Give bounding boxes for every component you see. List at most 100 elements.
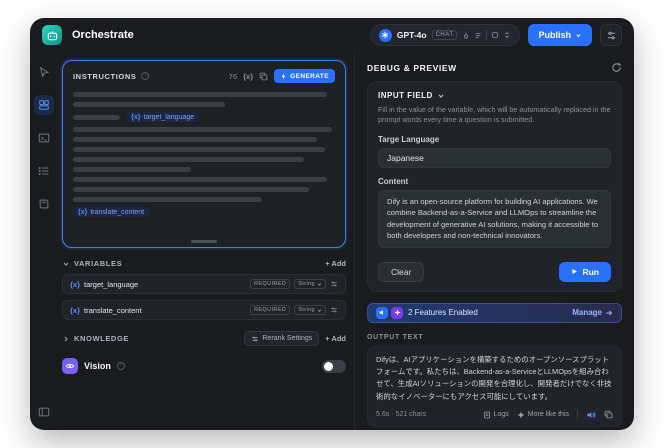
input-field-title: INPUT FIELD bbox=[378, 91, 433, 100]
sidebar-rail bbox=[30, 52, 58, 430]
publish-button[interactable]: Publish bbox=[528, 24, 592, 46]
rerank-label: Rerank Settings bbox=[262, 335, 313, 342]
variable-badge: {x} bbox=[131, 113, 141, 121]
features-label: 2 Features Enabled bbox=[408, 308, 478, 318]
skeleton-line bbox=[73, 137, 317, 142]
chevron-down-icon bbox=[437, 92, 445, 100]
skeleton-line bbox=[73, 92, 328, 97]
rail-item-pointer[interactable] bbox=[34, 62, 54, 82]
generate-button[interactable]: GENERATE bbox=[274, 69, 335, 83]
skeleton-line bbox=[73, 114, 121, 120]
logs-button[interactable]: Logs bbox=[483, 411, 509, 419]
knowledge-section: KNOWLEDGE Rerank Settings + Add bbox=[62, 331, 346, 346]
type-badge[interactable]: String bbox=[294, 279, 326, 289]
variable-row-translate-content[interactable]: {x} translate_content REQUIRED String bbox=[62, 300, 346, 320]
type-badge-label: String bbox=[298, 281, 315, 287]
app-window: Orchestrate GPT-4o CHAT Publish INSTRUCT… bbox=[30, 18, 634, 430]
copy-output-button[interactable] bbox=[604, 410, 613, 419]
output-title: OUTPUT TEXT bbox=[367, 333, 424, 341]
variable-row-target-language[interactable]: {x} target_language REQUIRED String bbox=[62, 274, 346, 294]
model-selector[interactable]: GPT-4o CHAT bbox=[369, 24, 521, 46]
chevron-right-icon[interactable] bbox=[62, 335, 70, 343]
model-mode-badge: CHAT bbox=[431, 30, 458, 40]
list-icon bbox=[38, 165, 50, 177]
required-badge: REQUIRED bbox=[249, 279, 291, 289]
vision-label: Vision bbox=[84, 361, 111, 371]
model-param-icons bbox=[462, 30, 511, 40]
stop-sequence-icon[interactable] bbox=[491, 31, 499, 39]
run-button[interactable]: Run bbox=[559, 261, 611, 282]
refresh-icon[interactable] bbox=[611, 62, 622, 73]
rail-item-annotation[interactable] bbox=[34, 194, 54, 214]
chevron-down-icon[interactable] bbox=[62, 260, 70, 268]
collapse-panel-icon bbox=[38, 406, 50, 418]
add-variable-button[interactable]: + Add bbox=[325, 259, 346, 268]
content-textarea[interactable]: Dify is an open-source platform for buil… bbox=[378, 189, 611, 248]
tokens-icon[interactable] bbox=[474, 31, 482, 39]
output-section: OUTPUT TEXT Difyは、AIアプリケーションを構築するためのオープン… bbox=[367, 334, 622, 427]
vision-toggle[interactable] bbox=[322, 359, 346, 373]
info-icon: i bbox=[116, 362, 125, 370]
skeleton-line bbox=[73, 187, 309, 192]
sliders-icon bbox=[606, 30, 617, 41]
arrow-right-icon bbox=[605, 309, 613, 317]
instructions-title: INSTRUCTIONS bbox=[73, 71, 137, 81]
features-banner[interactable]: 2 Features Enabled Manage bbox=[367, 302, 622, 323]
logs-label: Logs bbox=[493, 411, 509, 419]
rail-item-logs[interactable] bbox=[34, 161, 54, 181]
orchestrate-icon bbox=[38, 99, 50, 111]
model-name: GPT-4o bbox=[396, 30, 427, 40]
feature-more-icon bbox=[391, 306, 403, 319]
run-label: Run bbox=[582, 266, 599, 277]
language-input[interactable] bbox=[378, 147, 611, 168]
book-icon bbox=[38, 198, 50, 210]
rerank-settings-button[interactable]: Rerank Settings bbox=[244, 331, 320, 346]
input-field-card: INPUT FIELD Fill in the value of the var… bbox=[367, 81, 622, 292]
chevron-updown-icon[interactable] bbox=[503, 31, 511, 39]
app-logo[interactable] bbox=[42, 25, 62, 45]
terminal-icon bbox=[38, 132, 50, 144]
variable-chip-target-language[interactable]: {x} target_language bbox=[126, 112, 200, 122]
eye-icon bbox=[62, 358, 78, 374]
model-provider-icon bbox=[378, 28, 392, 42]
chevron-down-icon bbox=[317, 308, 322, 313]
rail-item-orchestrate[interactable] bbox=[34, 95, 54, 115]
variable-chip-label: translate_content bbox=[90, 208, 145, 216]
feature-speech-icon bbox=[376, 306, 388, 319]
speaker-button[interactable] bbox=[586, 410, 596, 420]
variable-name: translate_content bbox=[84, 305, 142, 315]
clear-button[interactable]: Clear bbox=[378, 261, 425, 282]
pill-divider bbox=[486, 30, 488, 40]
skeleton-line bbox=[73, 127, 333, 132]
orchestrate-panel: INSTRUCTIONS i 76 {x} GENERATE {x} targe… bbox=[58, 52, 354, 430]
type-badge-label: String bbox=[298, 307, 315, 313]
generate-label: GENERATE bbox=[290, 72, 329, 80]
chevron-down-icon bbox=[317, 282, 322, 287]
scroll-indicator[interactable] bbox=[191, 240, 217, 243]
publish-label: Publish bbox=[538, 30, 571, 40]
variables-title: VARIABLES bbox=[74, 259, 123, 268]
play-icon bbox=[571, 268, 578, 275]
input-field-description: Fill in the value of the variable, which… bbox=[378, 105, 611, 125]
add-knowledge-button[interactable]: + Add bbox=[325, 334, 346, 343]
input-field-header[interactable]: INPUT FIELD bbox=[378, 91, 611, 100]
type-badge[interactable]: String bbox=[294, 305, 326, 315]
variable-settings-icon[interactable] bbox=[330, 280, 338, 288]
spark-icon bbox=[280, 72, 287, 80]
insert-variable-button[interactable]: {x} bbox=[243, 72, 253, 81]
instructions-editor[interactable]: INSTRUCTIONS i 76 {x} GENERATE {x} targe… bbox=[62, 60, 346, 248]
variable-settings-icon[interactable] bbox=[330, 306, 338, 314]
skeleton-line bbox=[73, 177, 328, 182]
copy-icon[interactable] bbox=[259, 72, 268, 81]
rail-item-api[interactable] bbox=[34, 128, 54, 148]
manage-label: Manage bbox=[572, 308, 602, 318]
vision-feature-row: Vision i bbox=[62, 358, 346, 374]
variable-badge: {x} bbox=[70, 279, 81, 289]
temperature-icon[interactable] bbox=[462, 31, 470, 39]
rail-item-collapse[interactable] bbox=[34, 402, 54, 422]
variable-chip-translate-content[interactable]: {x} translate_content bbox=[73, 207, 150, 217]
manage-features-button[interactable]: Manage bbox=[572, 308, 613, 317]
settings-button[interactable] bbox=[600, 24, 622, 46]
output-panel: Difyは、AIアプリケーションを構築するためのオープンソースプラットフォームで… bbox=[367, 345, 622, 427]
more-like-this-button[interactable]: More like this bbox=[517, 411, 569, 419]
